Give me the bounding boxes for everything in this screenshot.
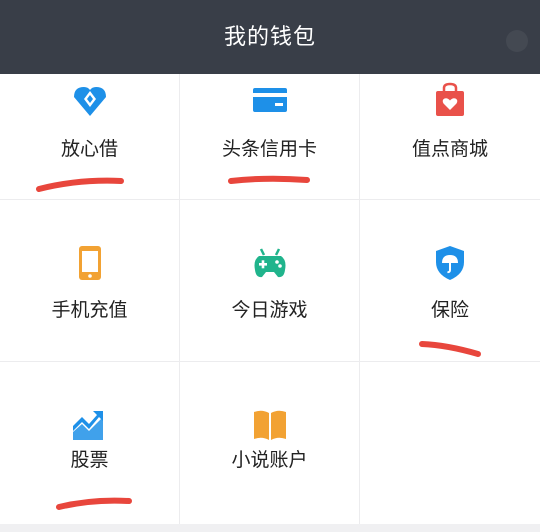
grid-item-insurance[interactable]: 保险 [360,200,540,361]
grid-item-phone-recharge[interactable]: 手机充值 [0,200,179,361]
grid-item-label: 今日游戏 [231,299,308,321]
stock-chart-icon [72,411,103,440]
gamepad-icon [254,248,285,278]
grid-item-label: 小说账户 [231,449,308,471]
credit-card-icon [252,88,287,112]
wallet-screen: 我的钱包 放心借 头条信用卡 值点商城 手机充值 今日游戏 保险 股票 小说账户 [0,0,540,532]
mobile-phone-icon [78,246,101,280]
open-book-icon [253,410,286,440]
top-bar: 我的钱包 [0,0,540,74]
grid-item-label: 手机充值 [51,299,128,321]
page-title: 我的钱包 [223,25,316,50]
bottom-strip [0,524,540,532]
grid-item-stocks[interactable]: 股票 [0,362,179,524]
grid-item-label: 头条信用卡 [221,138,317,160]
wallet-grid: 放心借 头条信用卡 值点商城 手机充值 今日游戏 保险 股票 小说账户 [0,74,540,524]
grid-item-label: 值点商城 [411,138,488,160]
grid-item-zhidian-mall[interactable]: 值点商城 [360,74,540,199]
grid-item-fangxinjie[interactable]: 放心借 [0,74,179,199]
shield-umbrella-icon [436,246,464,280]
diamond-loan-icon [73,87,106,116]
grid-item-label: 放心借 [60,138,118,160]
grid-item-games[interactable]: 今日游戏 [180,200,359,361]
grid-item-label: 保险 [430,299,469,321]
grid-item-toutiao-card[interactable]: 头条信用卡 [180,74,359,199]
blurred-corner-icon [506,30,528,52]
grid-empty-cell [360,362,540,524]
grid-item-label: 股票 [70,449,109,471]
grid-item-novel-account[interactable]: 小说账户 [180,362,359,524]
shopping-bag-icon [436,82,464,116]
